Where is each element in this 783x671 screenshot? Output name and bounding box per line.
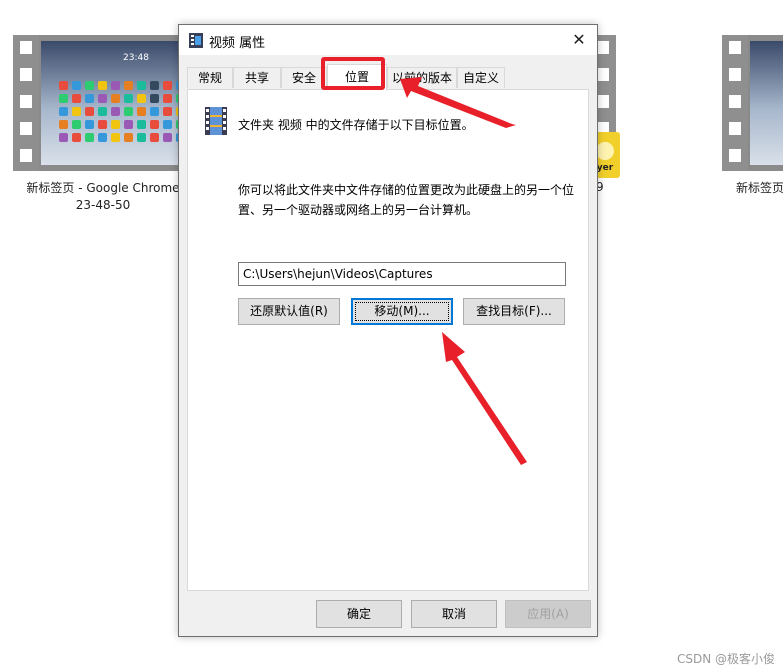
arrow-to-tab — [400, 77, 516, 128]
arrow-to-move-button — [442, 332, 527, 465]
annotation-arrows — [400, 77, 527, 465]
